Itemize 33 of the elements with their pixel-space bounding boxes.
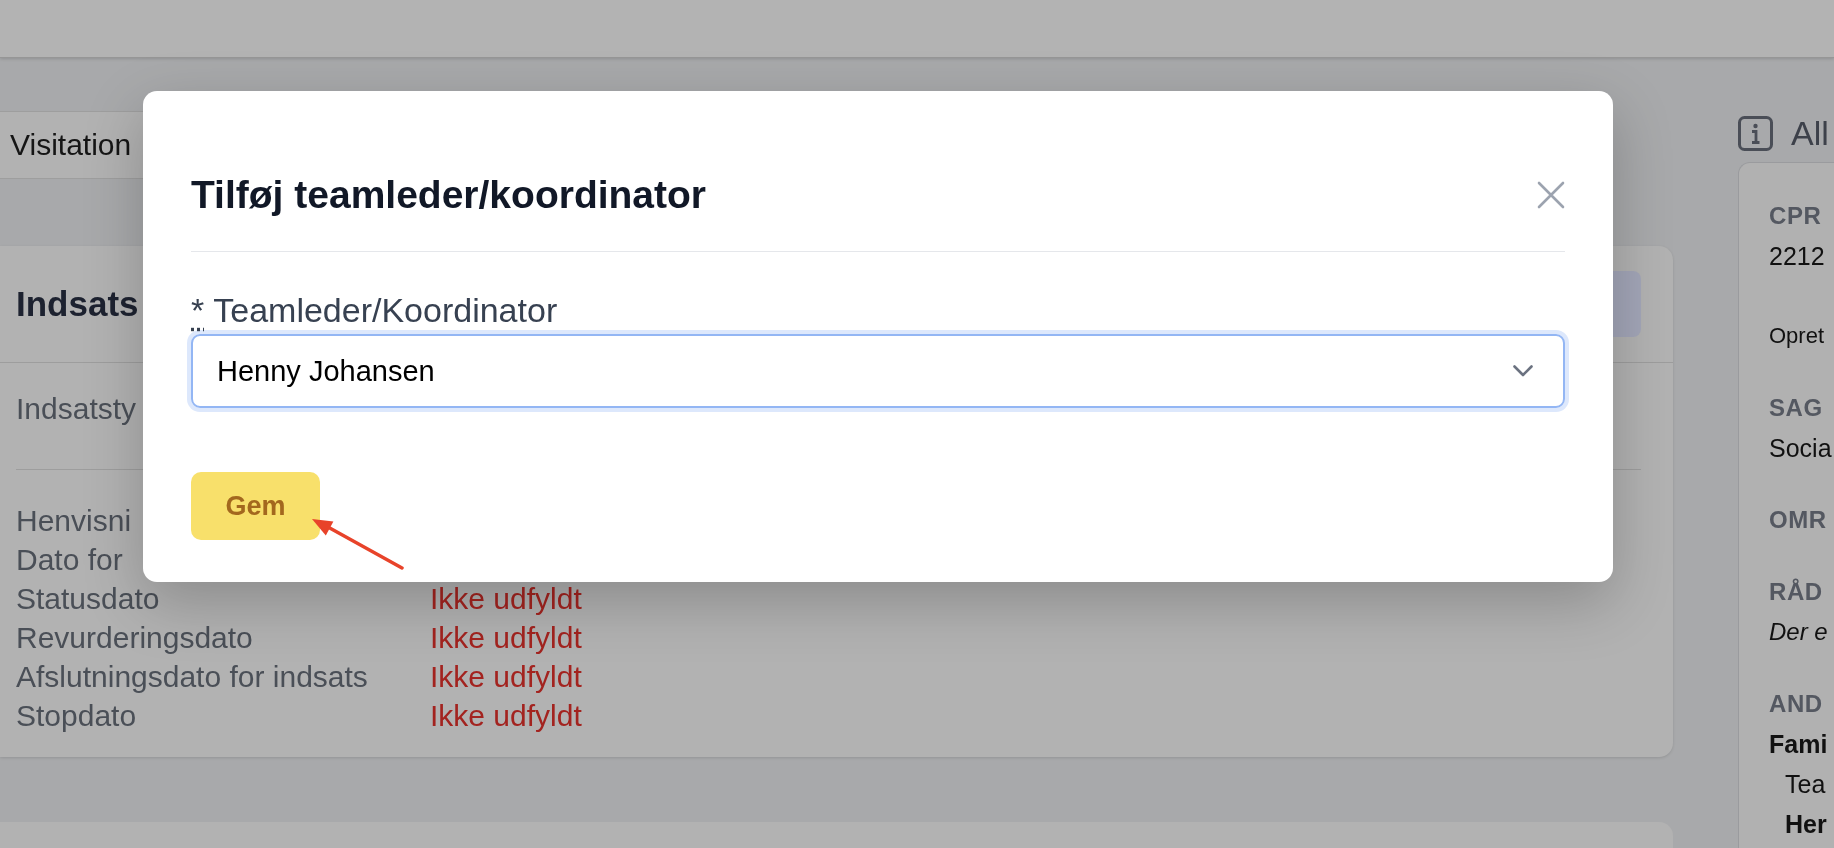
field-label: Indsatsty — [16, 392, 137, 425]
field-label: Henvisni — [16, 504, 132, 537]
field-value: Ikke udfyldt — [430, 698, 582, 734]
empty-note: Der e — [1769, 618, 1828, 645]
field-label: Revurderingsdato — [16, 621, 253, 654]
info-value: 2212 — [1769, 242, 1825, 270]
info-value: Socia — [1769, 434, 1832, 462]
info-label: SAG — [1769, 394, 1823, 421]
required-mark: * — [191, 290, 205, 330]
tab[interactable]: Visitation — [0, 124, 142, 166]
field-label: Teamleder/Koordinator — [213, 290, 558, 330]
info-label: CPR — [1769, 202, 1822, 229]
info-note: Opret — [1769, 323, 1825, 348]
field-label: Dato for — [16, 543, 123, 576]
close-icon[interactable] — [1537, 181, 1565, 209]
info-label: RÅD — [1769, 578, 1823, 605]
section-title: Indsats — [16, 283, 139, 325]
action-button[interactable] — [1612, 271, 1641, 337]
info-label: AND — [1769, 690, 1823, 717]
field-value: Ikke udfyldt — [430, 659, 582, 695]
role-label: Tea — [1785, 770, 1826, 798]
field-value: Ikke udfyldt — [430, 581, 582, 617]
panel-title: All — [1791, 113, 1829, 153]
field-label: Stopdato — [16, 699, 137, 732]
group-name: Fami — [1769, 730, 1828, 758]
info-icon — [1738, 115, 1773, 151]
dialog-title: Tilføj teamleder/koordinator — [191, 172, 707, 218]
field-label: Statusdato — [16, 582, 160, 615]
info-label: OMR — [1769, 506, 1827, 533]
field-value: Ikke udfyldt — [430, 620, 582, 656]
chevron-down-icon — [1513, 365, 1533, 377]
person-name: Her — [1785, 810, 1827, 838]
field-label: Afslutningsdato for indsats — [16, 660, 368, 693]
